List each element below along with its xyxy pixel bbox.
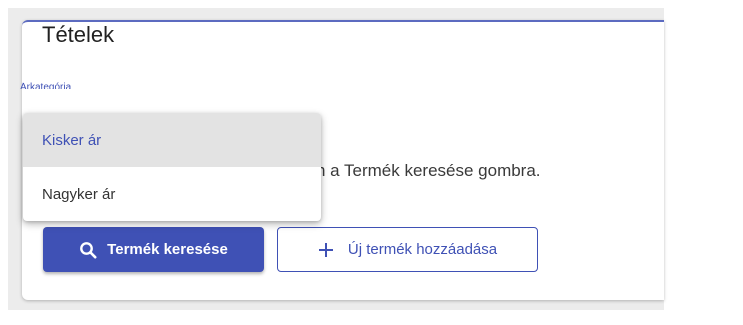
menu-option-label: Kisker ár <box>42 131 102 149</box>
search-icon <box>79 241 97 259</box>
menu-option-wholesale-price[interactable]: Nagyker ár <box>23 167 321 221</box>
search-product-label: Termék keresése <box>107 241 228 258</box>
price-category-label: Árkategória <box>20 82 72 89</box>
search-product-button[interactable]: Termék keresése <box>43 227 264 272</box>
add-new-product-button[interactable]: Új termék hozzáadása <box>277 227 538 272</box>
card-title: Tételek <box>42 22 115 47</box>
menu-option-label: Nagyker ár <box>42 185 116 203</box>
price-category-dropdown-menu: Kisker ár Nagyker ár <box>23 113 321 221</box>
search-hint-text: son a Termék keresése gombra. <box>298 161 541 180</box>
plus-icon <box>318 242 334 258</box>
add-new-product-label: Új termék hozzáadása <box>347 241 498 258</box>
menu-option-retail-price[interactable]: Kisker ár <box>23 113 321 167</box>
